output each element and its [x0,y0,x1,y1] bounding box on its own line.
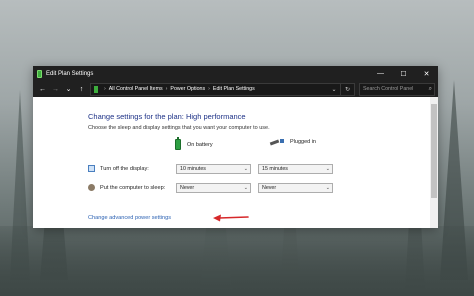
scrollbar-thumb[interactable] [431,104,437,198]
select-value: 15 minutes [262,166,288,172]
sleep-plugged-in-select[interactable]: Never ⌄ [258,183,333,193]
select-value: Never [180,185,195,191]
edit-plan-settings-window: Edit Plan Settings — ☐ ✕ ← → ⌄ ↑ › All C… [33,66,438,228]
display-icon [88,165,95,172]
breadcrumb-edit-plan-settings[interactable]: Edit Plan Settings [213,86,255,92]
select-value: Never [262,185,277,191]
sleep-row-label: Put the computer to sleep: [88,184,165,191]
search-input[interactable]: Search Control Panel ⌕ [359,82,435,96]
search-icon: ⌕ [428,85,432,92]
refresh-button[interactable]: ↻ [341,82,355,96]
advanced-power-settings-link[interactable]: Change advanced power settings [88,215,171,221]
plug-icon [270,139,284,145]
search-placeholder: Search Control Panel [363,86,414,92]
page-description: Choose the sleep and display settings th… [88,125,270,131]
breadcrumb-all-control-panel-items[interactable]: All Control Panel Items [109,86,163,92]
window-title: Edit Plan Settings [46,70,94,77]
plugged-in-header: Plugged in [270,139,316,145]
chevron-down-icon[interactable]: ⌄ [328,86,340,93]
minimize-button[interactable]: — [369,66,392,81]
close-button[interactable]: ✕ [415,66,438,81]
breadcrumb-separator: › [104,86,106,92]
battery-icon [175,137,181,150]
forward-button[interactable]: → [49,82,62,96]
chevron-down-icon: ⌄ [243,166,248,172]
chevron-down-icon: ⌄ [325,185,330,191]
plugged-in-label: Plugged in [290,139,316,145]
power-options-icon [37,69,42,78]
sleep-icon [88,184,95,191]
display-row-label: Turn off the display: [88,165,149,172]
title-bar[interactable]: Edit Plan Settings — ☐ ✕ [33,66,438,81]
back-button[interactable]: ← [36,82,49,96]
chevron-down-icon: ⌄ [243,185,248,191]
turn-off-display-label: Turn off the display: [100,165,149,172]
sleep-on-battery-select[interactable]: Never ⌄ [176,183,251,193]
chevron-down-icon: ⌄ [325,166,330,172]
recent-locations-button[interactable]: ⌄ [62,82,75,96]
scrollbar[interactable] [430,97,438,228]
display-on-battery-select[interactable]: 10 minutes ⌄ [176,164,251,174]
breadcrumb-separator: › [165,86,168,92]
page-title: Change settings for the plan: High perfo… [88,112,246,121]
address-bar: ← → ⌄ ↑ › All Control Panel Items › Powe… [33,81,438,97]
on-battery-label: On battery [187,141,213,148]
control-panel-icon [94,85,98,93]
red-arrow-annotation [213,214,249,222]
breadcrumb[interactable]: › All Control Panel Items › Power Option… [90,82,341,96]
maximize-button[interactable]: ☐ [392,66,415,81]
select-value: 10 minutes [180,166,206,172]
put-computer-to-sleep-label: Put the computer to sleep: [100,184,166,191]
forest-floor [0,226,474,296]
on-battery-header: On battery [175,137,213,150]
breadcrumb-separator: › [208,86,210,92]
display-plugged-in-select[interactable]: 15 minutes ⌄ [258,164,333,174]
breadcrumb-power-options[interactable]: Power Options [170,86,205,92]
up-button[interactable]: ↑ [75,82,88,96]
